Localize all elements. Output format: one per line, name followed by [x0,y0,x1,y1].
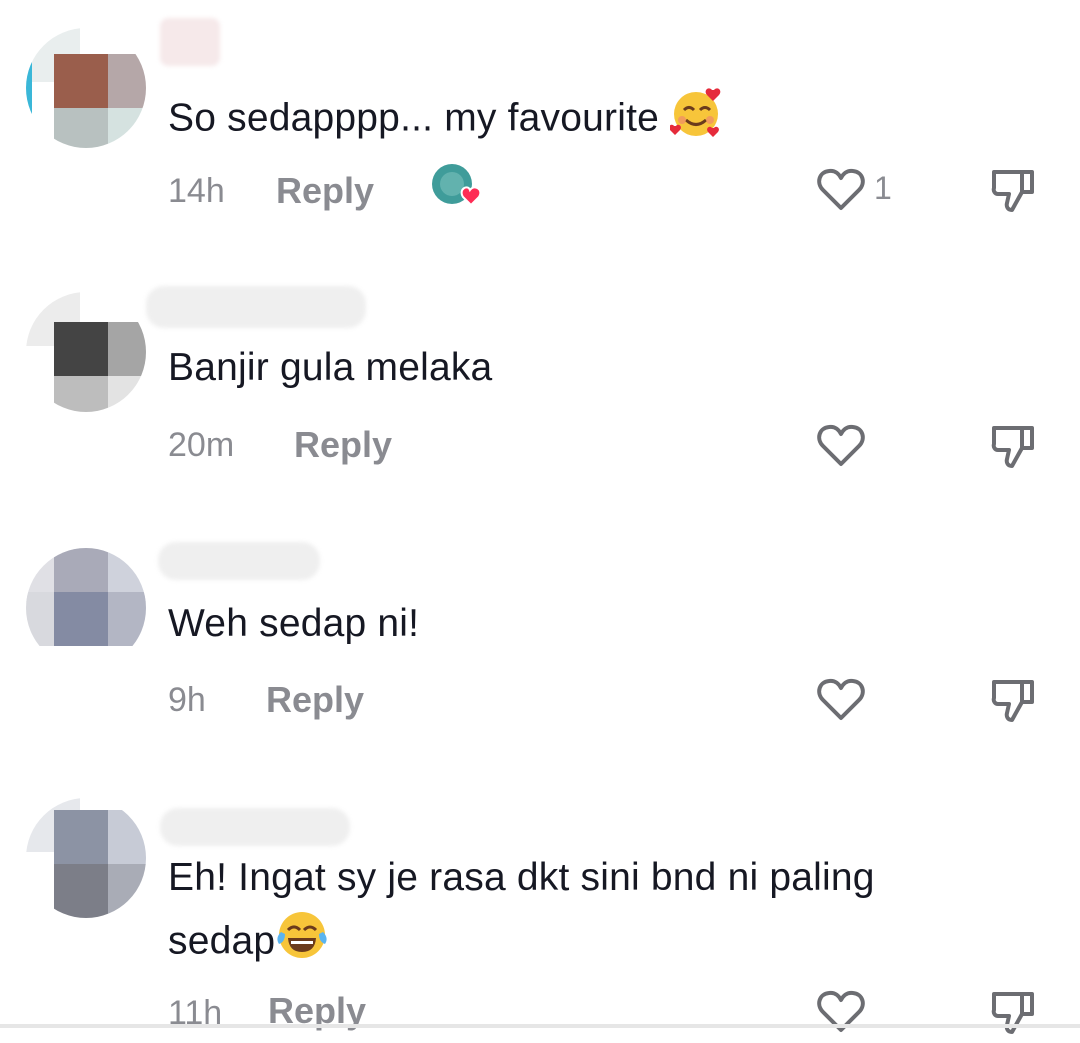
like-button[interactable] [816,166,866,212]
comment-text-line: Eh! Ingat sy je rasa dkt sini bnd ni pal… [168,856,875,899]
like-button[interactable] [816,422,866,468]
heart-outline-icon [817,678,865,720]
thumbs-down-outline-icon [991,426,1034,468]
avatar[interactable] [26,292,146,412]
thumbs-down-outline-icon [991,170,1034,212]
username-blurred[interactable] [160,18,220,66]
thumbs-down-outline-icon [991,680,1034,722]
avatar[interactable] [26,548,146,668]
comment-time: 9h [168,681,206,719]
avatar[interactable] [26,798,146,918]
dislike-button[interactable] [990,422,1038,472]
reply-button[interactable]: Reply [276,170,374,212]
heart-outline-icon [817,424,865,466]
bottom-divider [0,1024,1080,1028]
thumbs-down-outline-icon [991,992,1034,1034]
creator-liked-heart-icon [430,162,488,212]
like-button[interactable] [816,676,866,722]
comment-text: Banjir gula melaka [168,346,493,389]
like-count: 1 [874,170,892,206]
username-blurred[interactable] [158,542,320,580]
dislike-button[interactable] [990,988,1038,1038]
comment-time: 14h [168,172,225,210]
smiling-face-with-hearts-icon [669,84,726,156]
reply-button[interactable]: Reply [266,679,364,721]
comment-text: Eh! Ingat sy je rasa dkt sini bnd ni pal… [168,850,875,978]
dislike-button[interactable] [990,676,1038,726]
comment-text: So sedapppp... my favourite [168,84,726,156]
face-with-tears-of-joy-icon [275,908,329,978]
reply-button[interactable]: Reply [294,424,392,466]
username-blurred[interactable] [160,808,350,846]
comment-text: Weh sedap ni! [168,602,420,645]
dislike-button[interactable] [990,166,1038,216]
comment-time: 20m [168,426,235,464]
comment-text-line: sedap [168,908,875,978]
username-blurred[interactable] [146,286,366,328]
heart-outline-icon [817,168,865,210]
avatar[interactable] [26,28,146,148]
